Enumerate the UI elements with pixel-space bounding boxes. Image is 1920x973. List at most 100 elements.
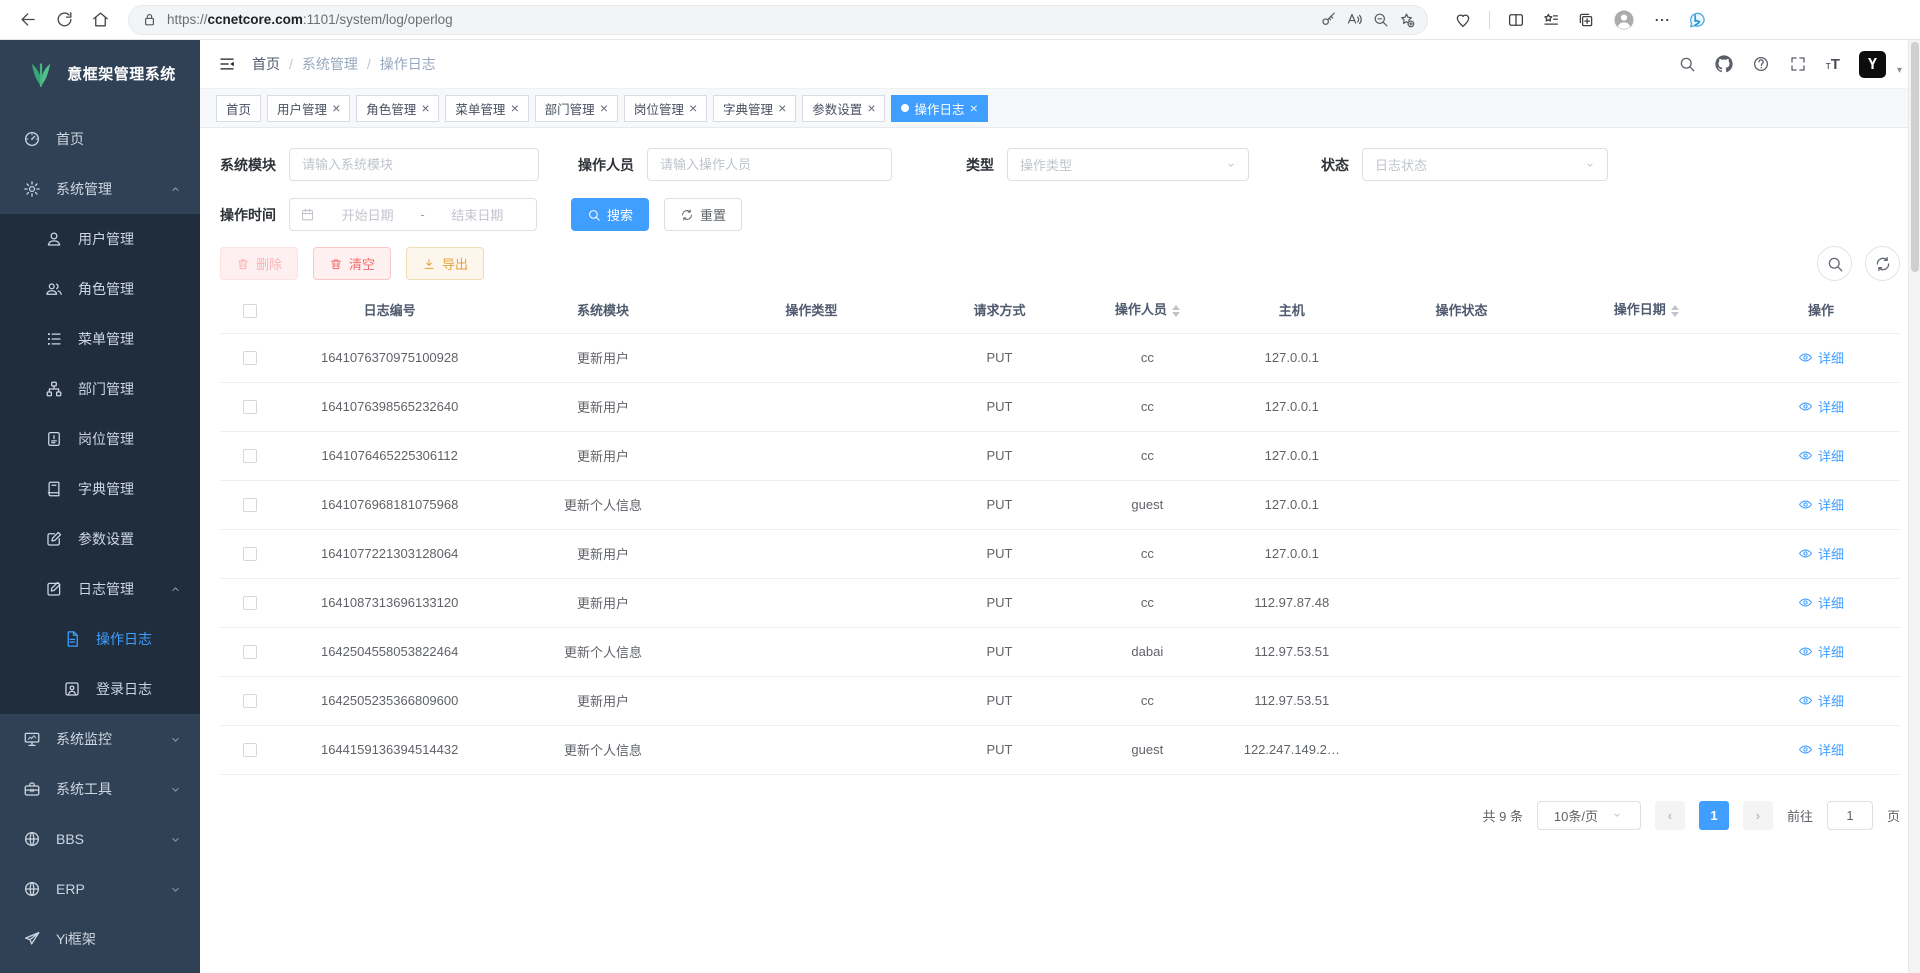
sidebar-item-dict[interactable]: 字典管理 xyxy=(0,464,200,514)
sort-icons[interactable] xyxy=(1671,301,1679,321)
split-screen-icon[interactable] xyxy=(1507,11,1525,29)
row-checkbox[interactable] xyxy=(243,449,257,463)
date-start-placeholder[interactable]: 开始日期 xyxy=(319,205,416,224)
close-icon[interactable]: × xyxy=(510,101,518,115)
close-icon[interactable]: × xyxy=(689,101,697,115)
read-aloud-icon[interactable] xyxy=(1346,11,1363,28)
reset-button[interactable]: 重置 xyxy=(664,198,742,231)
close-icon[interactable]: × xyxy=(867,101,875,115)
tab-3[interactable]: 菜单管理× xyxy=(445,95,528,122)
sidebar-item-dept[interactable]: 部门管理 xyxy=(0,364,200,414)
font-size-icon[interactable]: тT xyxy=(1826,56,1840,73)
collections-icon[interactable] xyxy=(1577,11,1595,29)
fullscreen-icon[interactable] xyxy=(1789,55,1807,73)
row-checkbox[interactable] xyxy=(243,498,257,512)
sidebar-item-bbs[interactable]: BBS xyxy=(0,814,200,864)
refresh-table-button[interactable] xyxy=(1865,246,1900,281)
close-icon[interactable]: × xyxy=(600,101,608,115)
page-scrollbar[interactable] xyxy=(1908,40,1920,973)
sidebar-collapse-icon[interactable] xyxy=(218,55,236,73)
app-logo[interactable]: 意框架管理系统 xyxy=(0,40,200,106)
sort-icons[interactable] xyxy=(1172,301,1180,321)
date-end-placeholder[interactable]: 结束日期 xyxy=(429,205,526,224)
sidebar-item-role[interactable]: 角色管理 xyxy=(0,264,200,314)
detail-link[interactable]: 详细 xyxy=(1798,397,1844,416)
url-text[interactable]: https://ccnetcore.com:1101/system/log/op… xyxy=(167,12,1311,27)
close-icon[interactable]: × xyxy=(332,101,340,115)
col-header-operator[interactable]: 操作人员 xyxy=(1083,287,1211,333)
sidebar-item-logmgr[interactable]: 日志管理 xyxy=(0,564,200,614)
type-select[interactable]: 操作类型 xyxy=(1007,148,1249,181)
sidebar-item-param[interactable]: 参数设置 xyxy=(0,514,200,564)
sidebar-item-loginlog[interactable]: 登录日志 xyxy=(0,664,200,714)
breadcrumb-home[interactable]: 首页 xyxy=(252,54,280,74)
row-checkbox[interactable] xyxy=(243,645,257,659)
status-select[interactable]: 日志状态 xyxy=(1362,148,1608,181)
row-checkbox[interactable] xyxy=(243,547,257,561)
detail-link[interactable]: 详细 xyxy=(1798,544,1844,563)
row-checkbox[interactable] xyxy=(243,596,257,610)
show-search-button[interactable] xyxy=(1817,246,1852,281)
browser-reload-button[interactable] xyxy=(48,4,80,36)
sidebar-item-system[interactable]: 系统管理 xyxy=(0,164,200,214)
tab-2[interactable]: 角色管理× xyxy=(356,95,439,122)
module-input[interactable] xyxy=(289,148,539,181)
delete-button[interactable]: 删除 xyxy=(220,247,298,280)
search-button[interactable]: 搜索 xyxy=(571,198,649,231)
sidebar-item-home[interactable]: 首页 xyxy=(0,114,200,164)
page-1-button[interactable]: 1 xyxy=(1699,801,1729,830)
row-checkbox[interactable] xyxy=(243,743,257,757)
user-avatar[interactable]: Y xyxy=(1859,51,1886,78)
close-icon[interactable]: × xyxy=(421,101,429,115)
tab-5[interactable]: 岗位管理× xyxy=(624,95,707,122)
sidebar-item-menu[interactable]: 菜单管理 xyxy=(0,314,200,364)
detail-link[interactable]: 详细 xyxy=(1798,593,1844,612)
row-checkbox[interactable] xyxy=(243,400,257,414)
scrollbar-thumb[interactable] xyxy=(1911,42,1919,272)
goto-page-input[interactable] xyxy=(1827,801,1873,830)
avatar-caret-icon[interactable]: ▾ xyxy=(1897,65,1902,78)
export-button[interactable]: 导出 xyxy=(406,247,484,280)
search-icon[interactable] xyxy=(1678,55,1696,73)
tab-8[interactable]: 操作日志× xyxy=(891,95,987,122)
browser-back-button[interactable] xyxy=(12,4,44,36)
browser-home-button[interactable] xyxy=(84,4,116,36)
sidebar-item-operlog[interactable]: 操作日志 xyxy=(0,614,200,664)
address-bar[interactable]: https://ccnetcore.com:1101/system/log/op… xyxy=(128,5,1428,35)
tab-6[interactable]: 字典管理× xyxy=(713,95,796,122)
favorites-icon[interactable] xyxy=(1542,11,1560,29)
sidebar-item-tools[interactable]: 系统工具 xyxy=(0,764,200,814)
close-icon[interactable]: × xyxy=(969,101,977,115)
add-favorite-icon[interactable] xyxy=(1398,11,1415,28)
operator-input[interactable] xyxy=(647,148,892,181)
row-checkbox[interactable] xyxy=(243,351,257,365)
detail-link[interactable]: 详细 xyxy=(1798,740,1844,759)
page-size-select[interactable]: 10条/页 xyxy=(1537,801,1641,830)
detail-link[interactable]: 详细 xyxy=(1798,495,1844,514)
lock-icon[interactable] xyxy=(141,11,158,28)
date-range-picker[interactable]: 开始日期 - 结束日期 xyxy=(289,198,537,231)
prev-page-button[interactable]: ‹ xyxy=(1655,801,1685,830)
sidebar-item-post[interactable]: 岗位管理 xyxy=(0,414,200,464)
sidebar-item-yi[interactable]: Yi框架 xyxy=(0,914,200,964)
settings-dots-icon[interactable] xyxy=(1653,11,1671,29)
help-icon[interactable] xyxy=(1752,55,1770,73)
sidebar-item-user[interactable]: 用户管理 xyxy=(0,214,200,264)
password-key-icon[interactable] xyxy=(1320,11,1337,28)
zoom-out-icon[interactable] xyxy=(1372,11,1389,28)
row-checkbox[interactable] xyxy=(243,694,257,708)
github-icon[interactable] xyxy=(1715,55,1733,73)
select-all-checkbox[interactable] xyxy=(243,304,257,318)
tab-1[interactable]: 用户管理× xyxy=(267,95,350,122)
sidebar-item-monitor[interactable]: 系统监控 xyxy=(0,714,200,764)
close-icon[interactable]: × xyxy=(778,101,786,115)
col-header-date[interactable]: 操作日期 xyxy=(1551,287,1743,333)
detail-link[interactable]: 详细 xyxy=(1798,446,1844,465)
sidebar-item-erp[interactable]: ERP xyxy=(0,864,200,914)
browser-profile-avatar[interactable] xyxy=(1612,8,1636,32)
next-page-button[interactable]: › xyxy=(1743,801,1773,830)
tab-4[interactable]: 部门管理× xyxy=(535,95,618,122)
tab-0[interactable]: 首页 xyxy=(216,95,261,122)
tab-7[interactable]: 参数设置× xyxy=(802,95,885,122)
detail-link[interactable]: 详细 xyxy=(1798,348,1844,367)
